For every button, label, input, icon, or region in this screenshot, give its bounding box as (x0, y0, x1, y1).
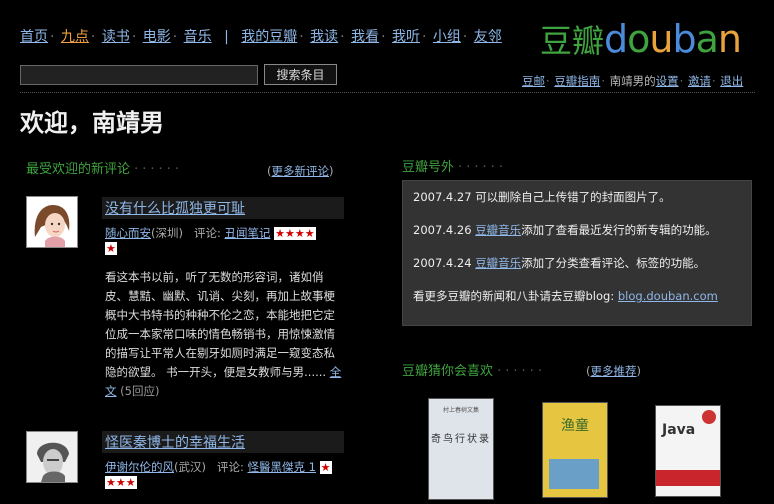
avatar-girl-image (27, 197, 77, 247)
book-cover-java[interactable]: Java (655, 405, 721, 497)
review-meta: 伊谢尔伦的风(武汉) 评论: 怪醫黑傑克 1 ★ (105, 460, 332, 474)
nav-my-read[interactable]: 我读 (310, 29, 338, 45)
welcome-heading: 欢迎，南靖男 (20, 108, 164, 137)
review-author-link[interactable]: 随心而安 (105, 226, 151, 240)
book-cover-yutong[interactable]: 渔童 (542, 402, 608, 498)
search-input[interactable] (20, 65, 258, 85)
review-excerpt: 看这本书以前，听了无数的形容词，诸如俏皮、慧黠、幽默、讥诮、尖刻，再加上故事梗概… (105, 270, 342, 398)
news-box: 2007.4.27 可以删除自己上传错了的封面图片了。 2007.4.26 豆瓣… (402, 180, 752, 326)
book-cover-title: 奇鸟行状录 (431, 434, 491, 445)
nav-my-douban[interactable]: 我的豆瓣 (241, 29, 297, 45)
review-title-link[interactable]: 没有什么比孤独更可耻 (102, 197, 344, 219)
review-subject-link[interactable]: 怪醫黑傑克 1 (247, 460, 315, 474)
reviews-section-title: 最受欢迎的新评论 ······ (26, 162, 183, 177)
avatar[interactable] (26, 196, 78, 248)
guess-section-title: 豆瓣猜你会喜欢 ······ (402, 364, 546, 379)
main-nav: 首页 · 九点 · 读书 · 电影 · 音乐 | 我的豆瓣 · 我读 · 我看 · 我听 · 小… (20, 29, 502, 45)
nav-read[interactable]: 读书 (102, 29, 130, 45)
nav-groups[interactable]: 小组 (433, 29, 461, 45)
rating-stars: ★ (319, 461, 332, 474)
book-cover-qiniao[interactable]: 村上春树文集 奇鸟行状录 (428, 398, 494, 500)
review-title-link[interactable]: 怪医秦博士的幸福生活 (102, 431, 344, 453)
douban-logo[interactable]: 豆瓣douban (540, 16, 742, 62)
nav-my-watch[interactable]: 我看 (351, 29, 379, 45)
invite-link[interactable]: 邀请 (688, 74, 711, 88)
douban-music-link[interactable]: 豆瓣音乐 (475, 256, 521, 270)
avatar[interactable] (26, 431, 78, 483)
nav-movie[interactable]: 电影 (143, 29, 171, 45)
settings-link[interactable]: 设置 (656, 74, 679, 88)
nav-my-listen[interactable]: 我听 (392, 29, 420, 45)
avatar-man-image (27, 432, 77, 482)
douban-music-link[interactable]: 豆瓣音乐 (475, 223, 521, 237)
nav-home[interactable]: 首页 (20, 29, 48, 45)
nav-music[interactable]: 音乐 (184, 29, 212, 45)
blog-link[interactable]: blog.douban.com (618, 289, 718, 303)
review-subject-link[interactable]: 丑闻笔记 (224, 226, 270, 240)
rating-stars-overflow: ★★★ (105, 476, 137, 489)
more-reviews-link[interactable]: 更多新评论 (272, 164, 330, 178)
book-cover-title: 渔童 (561, 418, 589, 434)
more-recommendations: (更多推荐) (586, 364, 641, 378)
review-author-link[interactable]: 伊谢尔伦的风 (105, 460, 174, 474)
news-item: 2007.4.24 豆瓣音乐添加了分类查看评论、标签的功能。 (413, 256, 706, 270)
header-divider (20, 92, 755, 93)
rating-stars: ★★★★ (274, 227, 316, 240)
news-item: 2007.4.27 可以删除自己上传错了的封面图片了。 (413, 190, 671, 204)
more-reviews: (更多新评论) (267, 164, 334, 178)
username: 南靖男的 (609, 74, 656, 88)
book-cover-title: Java (662, 422, 696, 438)
rating-stars-overflow: ★ (105, 242, 117, 255)
guide-link[interactable]: 豆瓣指南 (554, 74, 600, 88)
account-links: 豆邮· 豆瓣指南· 南靖男的设置· 邀请· 退出 (522, 74, 744, 88)
logout-link[interactable]: 退出 (720, 74, 743, 88)
review-meta: 随心而安(深圳) 评论: 丑闻笔记 ★★★★ (105, 226, 316, 240)
nav-separator: | (224, 29, 229, 45)
more-recommendations-link[interactable]: 更多推荐 (591, 364, 637, 378)
news-section-title: 豆瓣号外 ······ (402, 160, 507, 175)
news-item: 2007.4.26 豆瓣音乐添加了查看最近发行的新专辑的功能。 (413, 223, 717, 237)
search-button[interactable]: 搜索条目 (264, 64, 337, 85)
nav-friends[interactable]: 友邻 (474, 29, 502, 45)
mail-link[interactable]: 豆邮 (522, 74, 545, 88)
news-footer: 看更多豆瓣的新闻和八卦请去豆瓣blog: blog.douban.com (413, 289, 718, 303)
nav-jiudian[interactable]: 九点 (61, 29, 89, 45)
